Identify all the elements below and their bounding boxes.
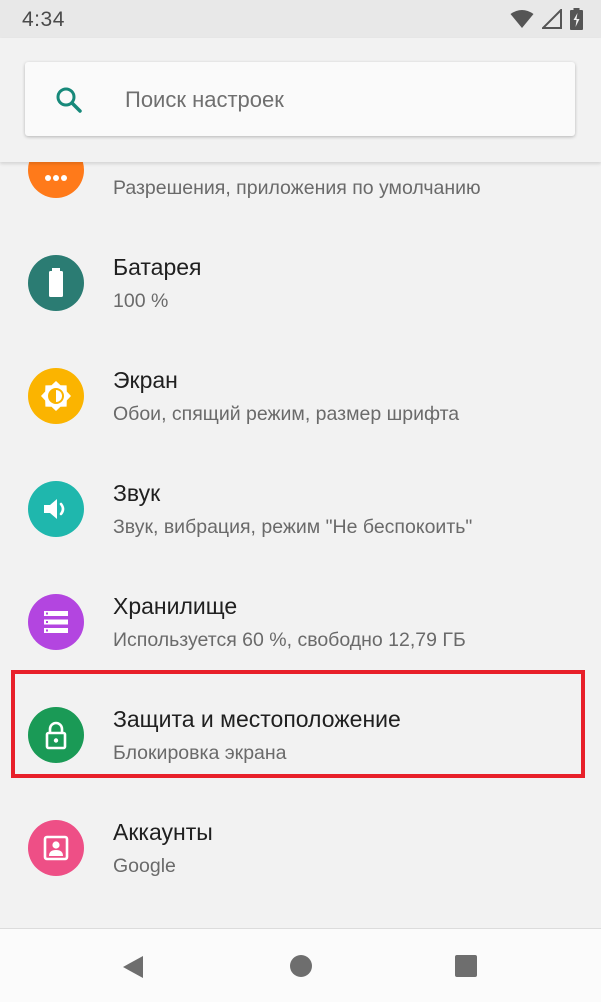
home-icon[interactable] xyxy=(288,953,314,979)
settings-item-subtitle: Блокировка экрана xyxy=(113,742,287,764)
settings-item-title: Экран xyxy=(113,367,178,393)
battery-icon xyxy=(570,8,583,30)
settings-item-battery[interactable]: Батарея 100 % xyxy=(0,225,601,338)
settings-item-title: Батарея xyxy=(113,254,202,280)
brightness-icon xyxy=(28,368,84,424)
settings-item-accounts[interactable]: Аккаунты Google xyxy=(0,790,601,903)
lock-icon xyxy=(28,707,84,763)
status-bar: 4:34 xyxy=(0,0,601,38)
settings-item-subtitle: Разрешения, приложения по умолчанию xyxy=(113,177,481,199)
search-bar[interactable]: Поиск настроек xyxy=(25,62,575,136)
search-input[interactable]: Поиск настроек xyxy=(125,87,284,113)
settings-item-storage[interactable]: Хранилище Используется 60 %, свободно 12… xyxy=(0,564,601,677)
account-icon xyxy=(28,820,84,876)
volume-icon xyxy=(28,481,84,537)
navigation-bar xyxy=(0,928,601,1002)
settings-item-apps[interactable]: Разрешения, приложения по умолчанию xyxy=(0,162,601,225)
settings-item-title: Аккаунты xyxy=(113,819,213,845)
storage-icon xyxy=(28,594,84,650)
settings-item-sound[interactable]: Звук Звук, вибрация, режим "Не беспокоит… xyxy=(0,451,601,564)
settings-item-title: Хранилище xyxy=(113,593,238,619)
settings-item-subtitle: Звук, вибрация, режим "Не беспокоить" xyxy=(113,516,473,538)
search-header: Поиск настроек xyxy=(0,38,601,162)
settings-item-subtitle: Обои, спящий режим, размер шрифта xyxy=(113,403,460,425)
settings-item-security[interactable]: Защита и местоположение Блокировка экран… xyxy=(0,677,601,790)
settings-item-subtitle: Используется 60 %, свободно 12,79 ГБ xyxy=(113,629,466,651)
wifi-icon xyxy=(510,10,534,28)
battery-icon xyxy=(28,255,84,311)
status-time: 4:34 xyxy=(22,8,65,31)
settings-item-accessibility[interactable] xyxy=(0,903,601,928)
settings-item-subtitle: Google xyxy=(113,855,176,877)
status-icons xyxy=(510,7,583,31)
settings-list: Разрешения, приложения по умолчанию Бата… xyxy=(0,162,601,928)
settings-item-subtitle: 100 % xyxy=(113,290,169,312)
settings-item-title: Защита и местоположение xyxy=(113,706,401,732)
settings-item-display[interactable]: Экран Обои, спящий режим, размер шрифта xyxy=(0,338,601,451)
back-icon[interactable] xyxy=(120,953,146,981)
signal-icon xyxy=(542,9,562,29)
settings-item-title: Звук xyxy=(113,480,161,506)
apps-icon xyxy=(28,162,84,198)
recents-icon[interactable] xyxy=(453,953,479,979)
search-icon xyxy=(56,87,82,113)
